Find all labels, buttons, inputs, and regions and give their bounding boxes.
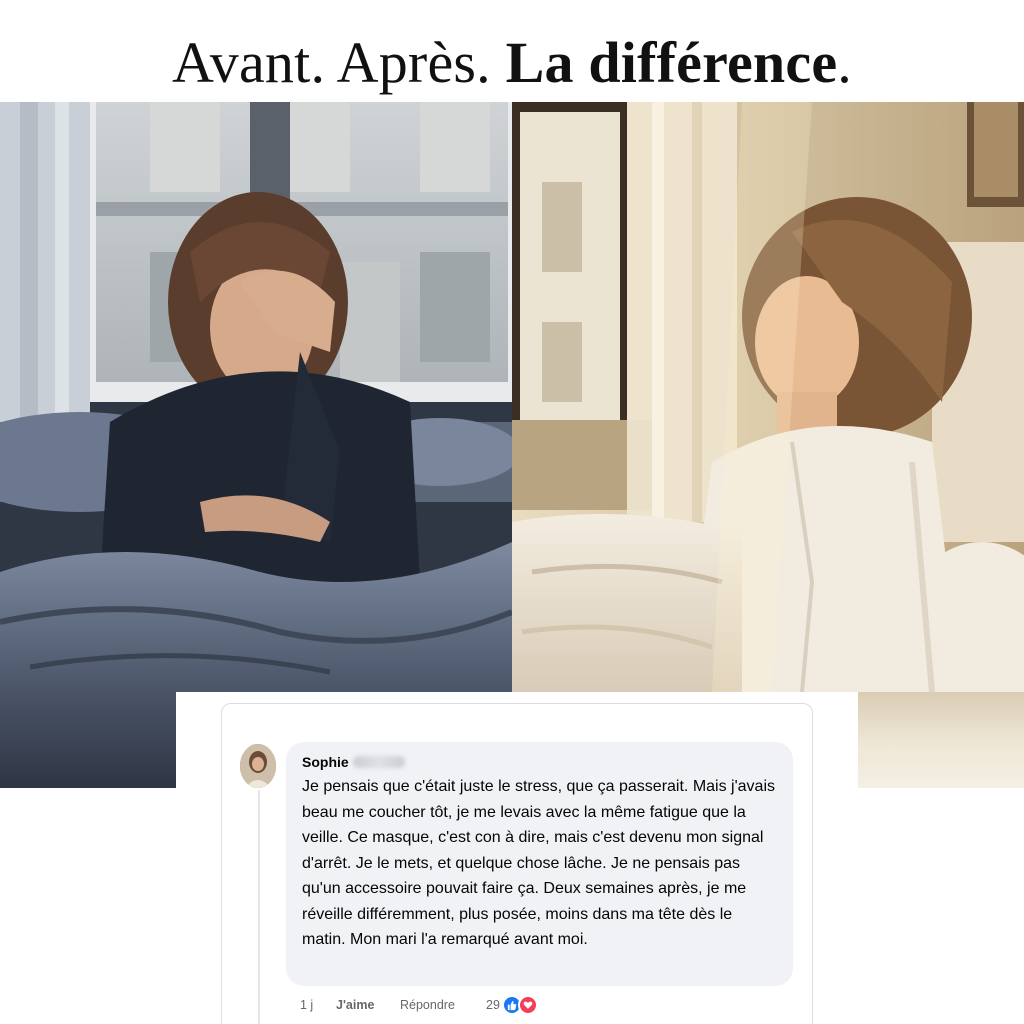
reply-button[interactable]: Répondre — [400, 998, 486, 1012]
after-photo — [512, 102, 1024, 692]
headline-period: . — [837, 30, 852, 95]
love-icon[interactable] — [517, 995, 538, 1015]
like-button[interactable]: J'aime — [336, 998, 400, 1012]
headline: Avant. Après. La différence. — [0, 28, 1024, 98]
comment-author[interactable]: Sophie — [302, 754, 349, 770]
before-photo-bottom — [0, 692, 176, 788]
headline-before-after: Avant. Après. — [172, 30, 491, 95]
before-photo — [0, 102, 512, 692]
avatar-image — [240, 744, 276, 788]
avatar[interactable] — [240, 744, 276, 788]
after-photo-illustration — [512, 102, 1024, 692]
comment-time[interactable]: 1 j — [300, 998, 336, 1012]
headline-difference: La différence — [505, 30, 838, 95]
comment-author-row: Sophie — [302, 752, 405, 772]
before-photo-illustration — [0, 102, 512, 692]
heart-glyph — [523, 1001, 533, 1009]
thread-line — [258, 790, 260, 1024]
comment-text: Je pensais que c'était juste le stress, … — [302, 778, 776, 948]
thumbs-up-glyph — [508, 1000, 517, 1010]
after-photo-bottom — [858, 692, 1024, 788]
comment-actions: 1 j J'aime Répondre 29 — [300, 994, 538, 1016]
reaction-count[interactable]: 29 — [486, 998, 500, 1012]
author-surname-blurred — [352, 756, 405, 768]
